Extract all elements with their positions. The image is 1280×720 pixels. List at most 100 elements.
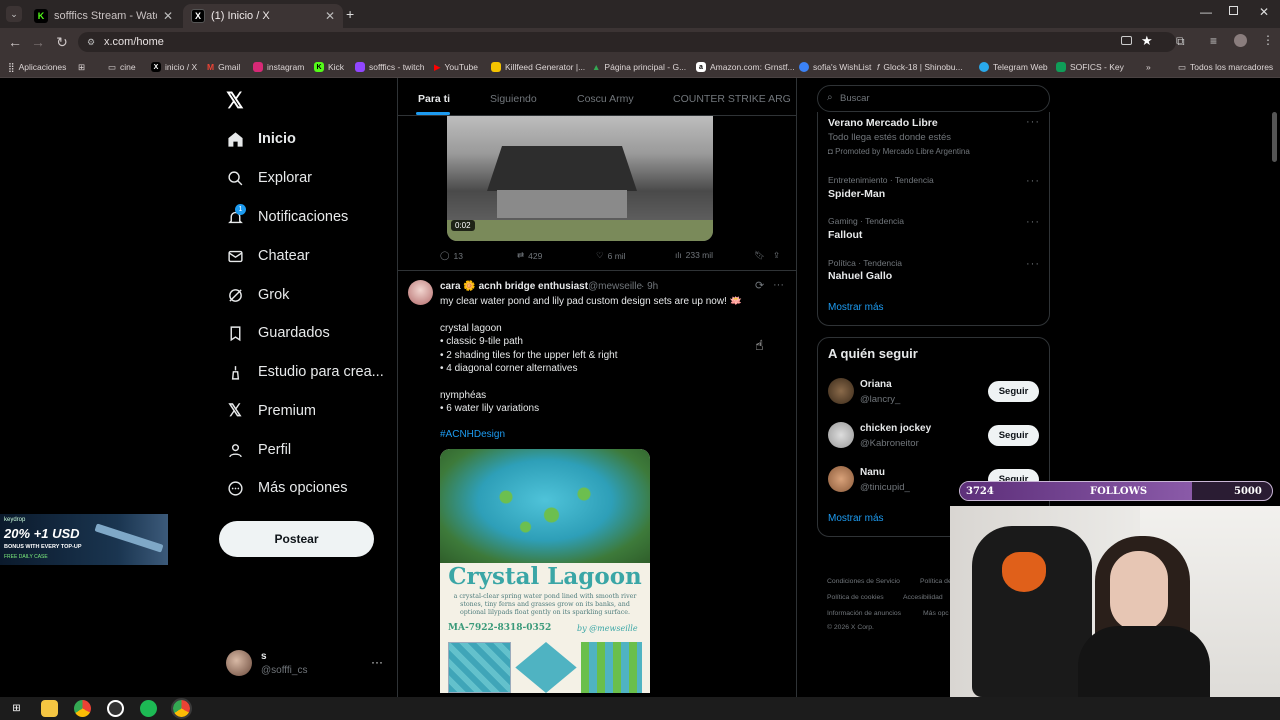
trend-name[interactable]: Spider-Man [828, 188, 885, 200]
more-icon[interactable]: ··· [371, 655, 383, 669]
tweet-image[interactable]: Crystal Lagoon a crystal-clear spring wa… [440, 449, 650, 693]
restore-icon[interactable] [1229, 6, 1238, 15]
account-switcher[interactable]: s @sofffi_cs ··· [226, 649, 386, 679]
nav-grok[interactable]: Grok [226, 280, 289, 310]
nav-explore[interactable]: Explorar [226, 163, 312, 193]
more-icon[interactable]: ··· [1026, 175, 1040, 187]
more-bookmarks-icon[interactable]: » [1146, 60, 1151, 74]
like-button[interactable]: ♡ 6 mil [596, 250, 626, 261]
nav-creator-studio[interactable]: Estudio para crea... [226, 357, 384, 387]
bookmark-google-drive[interactable]: ▲ Página principal - G... [592, 60, 686, 74]
hashtag-link[interactable]: #ACNHDesign [440, 428, 505, 442]
avatar[interactable] [828, 378, 854, 404]
more-icon[interactable]: ··· [773, 279, 784, 291]
reply-button[interactable]: ◯ 13 [440, 250, 463, 261]
bookmark-apps[interactable]: ⣿ Aplicaciones [8, 60, 66, 74]
suggestion-name[interactable]: Oriana [860, 379, 892, 390]
tab-for-you[interactable]: Para ti [418, 93, 450, 105]
more-icon[interactable]: ··· [1026, 216, 1040, 228]
trend-name[interactable]: Nahuel Gallo [828, 270, 892, 282]
avatar[interactable] [828, 466, 854, 492]
bookmark-gmail[interactable]: M Gmail [207, 60, 240, 74]
tweet-avatar[interactable] [408, 280, 433, 305]
reload-icon[interactable]: ↻ [53, 33, 71, 51]
url-bar[interactable]: ⚙ x.com/home [78, 32, 1176, 52]
tweet-author-name[interactable]: cara 🌼 acnh bridge enthusiast [440, 281, 588, 292]
menu-icon[interactable]: ⋮ [1262, 33, 1274, 47]
promo-title[interactable]: Verano Mercado Libre [828, 117, 938, 129]
tab-kick[interactable]: K sofffics Stream - Watch Live on ✕ [26, 4, 181, 28]
page-scrollbar[interactable] [1272, 112, 1277, 162]
show-more-suggestions[interactable]: Mostrar más [828, 513, 884, 524]
bookmark-kick[interactable]: K Kick [314, 60, 344, 74]
tab-coscu-army[interactable]: Coscu Army [577, 93, 634, 105]
chrome-icon[interactable] [74, 700, 91, 717]
forward-icon[interactable]: → [29, 33, 47, 51]
post-button[interactable]: Postear [219, 521, 374, 557]
bookmark-killfeed[interactable]: Killfeed Generator |... [491, 60, 585, 74]
footer-terms[interactable]: Condiciones de Servicio [827, 578, 900, 585]
nav-chat[interactable]: Chatear [226, 241, 310, 271]
follow-button[interactable]: Seguir [988, 425, 1039, 446]
bookmark-folder-cine[interactable]: ▭ cine [108, 60, 136, 74]
chrome-active-icon[interactable] [171, 698, 192, 719]
bookmark-icon[interactable]: 🔖︎ [754, 250, 765, 261]
reading-list-icon[interactable]: ≡ [1210, 34, 1217, 48]
bookmark-x[interactable]: Xinicio / X [151, 60, 197, 74]
repost-button[interactable]: ⇄ 429 [517, 250, 542, 261]
tweet-handle[interactable]: @mewseille [588, 281, 642, 292]
show-more-trends[interactable]: Mostrar más [828, 302, 884, 313]
all-bookmarks[interactable]: ▭ Todos los marcadores [1178, 60, 1273, 74]
spotify-icon[interactable] [140, 700, 157, 717]
grok-icon[interactable]: ⟳ [755, 279, 764, 292]
nav-more[interactable]: Más opciones [226, 473, 347, 503]
avatar[interactable] [828, 422, 854, 448]
bookmark-youtube[interactable]: ▶ YouTube [434, 60, 478, 74]
suggestion-name[interactable]: Nanu [860, 467, 885, 478]
close-icon[interactable]: ✕ [163, 9, 173, 23]
share-icon[interactable]: ⇪ [773, 250, 780, 261]
tab-x-home[interactable]: X (1) Inicio / X ✕ [183, 4, 343, 28]
cast-icon[interactable] [1121, 36, 1132, 45]
footer-accessibility[interactable]: Accesibilidad [903, 594, 943, 601]
star-icon[interactable]: ★ [1141, 33, 1153, 49]
grid-icon[interactable]: ⊞ [78, 60, 85, 74]
trend-name[interactable]: Fallout [828, 229, 862, 241]
footer-cookies[interactable]: Política de cookies [827, 594, 884, 601]
bookmark-sofics-key[interactable]: SOFICS - Key [1056, 60, 1124, 74]
windows-start-icon[interactable]: ⊞ [8, 700, 25, 717]
suggestion-name[interactable]: chicken jockey [860, 423, 931, 434]
minimize-icon[interactable]: — [1200, 5, 1212, 19]
back-icon[interactable]: ← [6, 33, 24, 51]
bookmark-instagram[interactable]: instagram [253, 60, 304, 74]
search-input[interactable]: ⌕ Buscar [817, 85, 1050, 112]
bookmark-twitch[interactable]: sofffics - twitch [355, 60, 424, 74]
nav-home[interactable]: Inicio [226, 124, 296, 154]
nav-premium[interactable]: 𝕏 Premium [226, 396, 316, 426]
more-icon[interactable]: ··· [1026, 258, 1040, 270]
nav-profile[interactable]: Perfil [226, 435, 291, 465]
profile-avatar[interactable] [1234, 34, 1247, 47]
bookmark-amazon[interactable]: a Amazon.com: Grnstf... [696, 60, 795, 74]
tab-search-button[interactable]: ⌄ [6, 6, 22, 22]
site-info-icon[interactable]: ⚙ [87, 32, 95, 52]
video-player[interactable]: 0:02 [447, 116, 713, 241]
obs-icon[interactable] [107, 700, 124, 717]
tab-counter-strike-arg[interactable]: COUNTER STRIKE ARG [673, 93, 791, 105]
views-button[interactable]: ılı 233 mil [675, 250, 713, 260]
footer-more[interactable]: Más opc [923, 610, 949, 617]
follow-button[interactable]: Seguir [988, 381, 1039, 402]
x-logo-icon[interactable]: 𝕏 [226, 88, 244, 114]
tweet-time[interactable]: · 9h [641, 281, 658, 292]
file-explorer-icon[interactable] [41, 700, 58, 717]
more-icon[interactable]: ··· [1026, 116, 1040, 128]
extensions-icon[interactable]: ⧉ [1176, 34, 1185, 49]
close-window-icon[interactable]: ✕ [1259, 5, 1269, 19]
tab-following[interactable]: Siguiendo [490, 93, 537, 105]
bookmark-telegram[interactable]: Telegram Web [979, 60, 1048, 74]
nav-bookmarks[interactable]: Guardados [226, 318, 330, 348]
footer-privacy[interactable]: Política de [920, 578, 952, 585]
bookmark-glock[interactable]: f Glock-18 | Shinobu... [877, 60, 963, 74]
bookmark-wishlist[interactable]: sofia's WishList [799, 60, 871, 74]
nav-notifications[interactable]: 1 Notificaciones [226, 202, 348, 232]
